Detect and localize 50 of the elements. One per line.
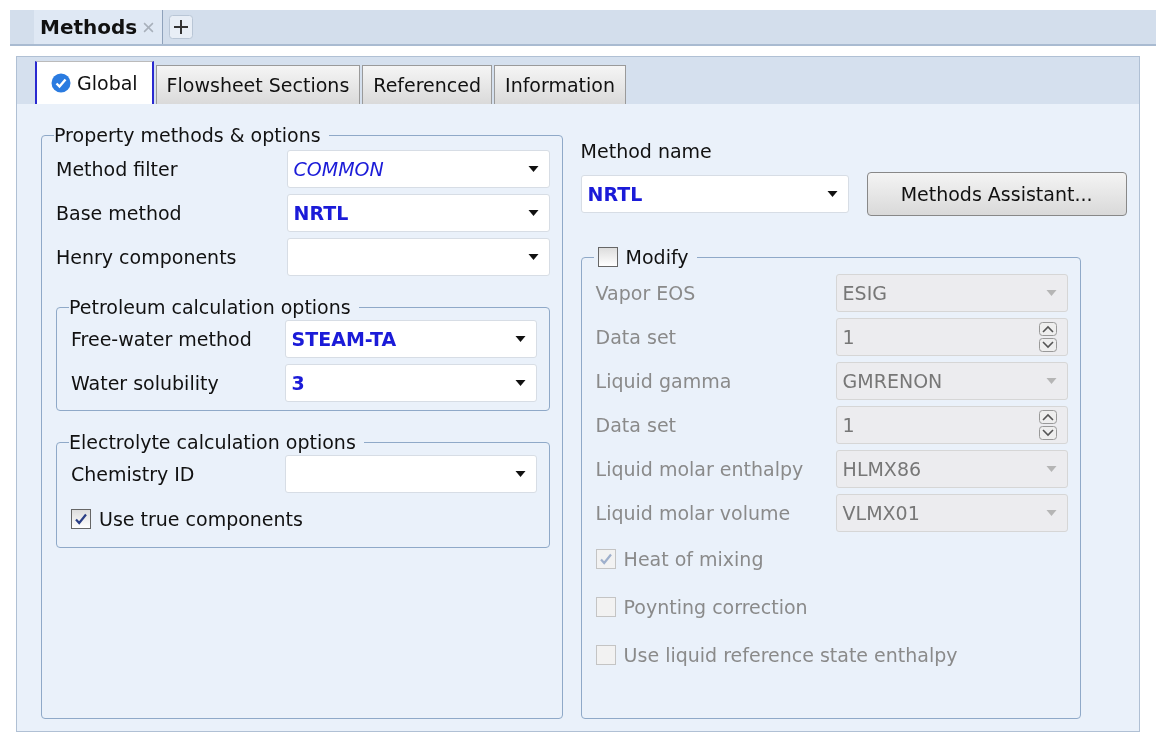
tab[interactable]: Flowsheet Sections [155,65,361,104]
tab[interactable]: Referenced [362,65,493,104]
methods-assistant-button[interactable]: Methods Assistant... [866,172,1127,216]
field-label: Liquid gamma [595,370,732,392]
dropdown-arrow-icon [527,166,539,172]
dropdown-arrow-icon [1045,378,1057,384]
option-label: Use true components [99,508,303,530]
option-label: Use liquid reference state enthalpy [623,644,958,666]
field-label: Water solubility [71,372,219,394]
dropdown-field[interactable]: NRTL [286,194,550,232]
dropdown-arrow-icon [1045,510,1057,516]
dropdown-field[interactable]: NRTL [580,175,849,213]
dropdown-arrow-icon [1045,466,1057,472]
group-title: Petroleum calculation options [69,296,351,318]
option-label: Heat of mixing [623,548,764,570]
check-circle-icon [51,73,71,93]
dropdown-arrow-icon [514,380,526,386]
dropdown-field[interactable]: 3 [284,364,537,402]
option-label: Poynting correction [623,596,808,618]
document-tab[interactable]: Methods [34,10,164,44]
field-label: Free-water method [71,328,252,350]
dropdown-arrow-icon [527,254,539,260]
field-label: Data set [595,414,677,436]
field-label: Liquid molar volume [595,502,791,524]
field-label: Data set [595,326,677,348]
group-title: Electrolyte calculation options [69,431,356,453]
dropdown-arrow-icon [1045,290,1057,296]
dropdown-field[interactable]: STEAM-TA [284,320,537,358]
group-title: Property methods & options [54,124,321,146]
dropdown-field[interactable] [284,455,537,493]
dropdown-arrow-icon [514,336,526,342]
field-label: Base method [56,202,182,224]
dropdown-field[interactable]: COMMON [286,150,550,188]
dropdown-arrow-icon [527,210,539,216]
field-label: Vapor EOS [595,282,696,304]
field-label: Liquid molar enthalpy [595,458,804,480]
dropdown-arrow-icon [826,191,838,197]
dropdown-arrow-icon [514,471,526,477]
checkbox[interactable] [71,509,91,529]
field-label: Henry components [56,246,237,268]
checkbox[interactable] [597,247,618,267]
dropdown-field[interactable] [286,238,550,276]
field-label: Method filter [56,158,178,180]
option-label: Modify [625,246,689,268]
add-tab-icon[interactable] [169,15,194,39]
tab[interactable]: Global [35,61,154,104]
tab[interactable]: Information [494,65,626,104]
close-icon[interactable] [143,21,155,33]
field-label: Method name [580,140,713,162]
field-label: Chemistry ID [71,463,195,485]
